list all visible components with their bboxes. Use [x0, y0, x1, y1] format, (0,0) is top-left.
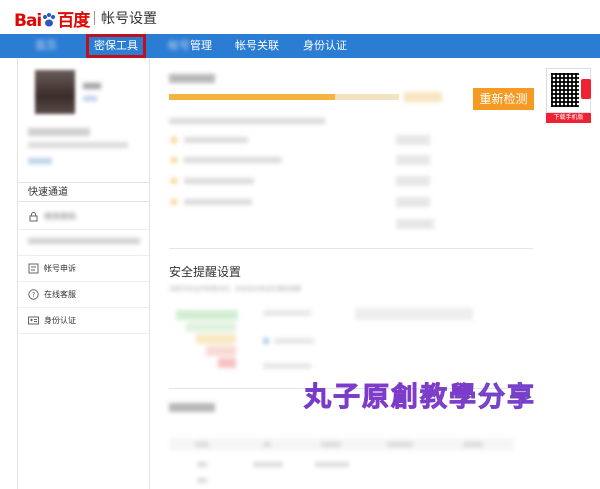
user-info-detail [28, 142, 128, 148]
baidu-logo[interactable]: Bai 百度 [14, 6, 90, 31]
table-row [169, 474, 514, 487]
alert-settings-title: 安全提醒设置 [169, 265, 242, 279]
table-header-cell [263, 442, 271, 447]
table-header-cell [463, 442, 483, 447]
security-item-button[interactable] [396, 176, 430, 186]
quick-access-title: 快速通道 [18, 182, 149, 202]
svg-text:?: ? [32, 291, 36, 299]
table-cell [315, 462, 349, 467]
top-bar: Bai 百度 帐号设置 [0, 0, 600, 34]
security-summary [169, 118, 325, 124]
alert-option [263, 310, 311, 316]
main-content: 重新检测 安全提醒设置 当帐号安全异常情况时，系统自动发送的通知提醒 [150, 58, 600, 489]
security-more-button[interactable] [396, 219, 434, 229]
table-cell [197, 462, 207, 467]
appeal-icon [28, 263, 39, 274]
alert-option [263, 363, 311, 369]
table-cell [197, 478, 207, 483]
username [83, 83, 101, 89]
security-progress-bar [169, 94, 399, 100]
security-item [184, 199, 252, 205]
sidebar: 快速通道 修改密码 帐号申诉 ? 在线客服 身份认证 [17, 58, 150, 489]
security-item-button[interactable] [396, 155, 430, 165]
sidebar-item-identity[interactable]: 身份认证 [18, 308, 149, 334]
security-progress-fill [169, 94, 335, 100]
sidebar-item-blurred [28, 238, 140, 244]
page-title: 帐号设置 [101, 11, 157, 27]
qr-code-box [546, 68, 591, 113]
user-link[interactable] [83, 96, 97, 101]
sidebar-item-change-password[interactable]: 修改密码 [18, 204, 149, 230]
lock-icon [29, 212, 38, 222]
id-card-icon [28, 316, 39, 325]
user-info-link[interactable] [28, 158, 52, 164]
sidebar-item-account[interactable] [18, 230, 149, 256]
table-cell [253, 462, 283, 467]
tab-home[interactable]: 首页 [35, 34, 57, 58]
recheck-button[interactable]: 重新检测 [473, 88, 534, 110]
alert-checkbox[interactable] [263, 338, 269, 344]
security-item-button[interactable] [396, 197, 430, 207]
tab-security-tools[interactable]: 密保工具 [86, 34, 146, 58]
status-icon [171, 178, 177, 184]
table-header-cell [195, 442, 209, 447]
main-nav: 首页 密保工具 帐号管理 帐号关联 身份认证 [0, 34, 600, 58]
sidebar-item-appeal[interactable]: 帐号申诉 [18, 256, 149, 282]
mobile-qr-code[interactable]: 下载手机版 [546, 68, 591, 123]
tab-identity-auth[interactable]: 身份认证 [303, 34, 347, 58]
alert-input[interactable] [355, 308, 473, 320]
security-section-title [169, 74, 215, 83]
sidebar-item-label: 在线客服 [44, 290, 76, 299]
security-score [404, 92, 442, 102]
baidu-paw-icon [43, 13, 56, 27]
watermark-text: 丸子原創教學分享 [304, 375, 536, 414]
status-icon [171, 199, 177, 205]
table-row [169, 458, 514, 471]
security-item [184, 137, 248, 143]
security-item [184, 178, 254, 184]
table-header-cell [321, 442, 341, 447]
qr-code-icon [551, 73, 579, 107]
user-info [28, 128, 90, 136]
section-divider [169, 248, 533, 249]
sidebar-item-label: 帐号申诉 [44, 264, 76, 273]
logo-divider [94, 11, 95, 25]
tab-account-link[interactable]: 帐号关联 [235, 34, 279, 58]
alert-funnel-graphic [176, 310, 238, 368]
help-icon: ? [28, 289, 39, 300]
status-icon [171, 137, 177, 143]
phone-icon [581, 79, 591, 99]
status-icon [171, 157, 177, 163]
sidebar-item-label: 身份认证 [44, 316, 76, 325]
security-item-button[interactable] [396, 135, 430, 145]
qr-download-label[interactable]: 下载手机版 [546, 113, 591, 123]
alert-option [274, 338, 314, 344]
sidebar-item-label: 修改密码 [44, 212, 76, 221]
avatar[interactable] [35, 70, 75, 114]
records-title [169, 403, 215, 412]
table-header-cell [387, 442, 413, 447]
security-item [184, 157, 282, 163]
alert-settings-desc: 当帐号安全异常情况时，系统自动发送的通知提醒 [169, 286, 302, 293]
table-header [169, 438, 514, 451]
sidebar-item-online-service[interactable]: ? 在线客服 [18, 282, 149, 308]
tab-account-manage[interactable]: 帐号管理 [168, 34, 212, 58]
